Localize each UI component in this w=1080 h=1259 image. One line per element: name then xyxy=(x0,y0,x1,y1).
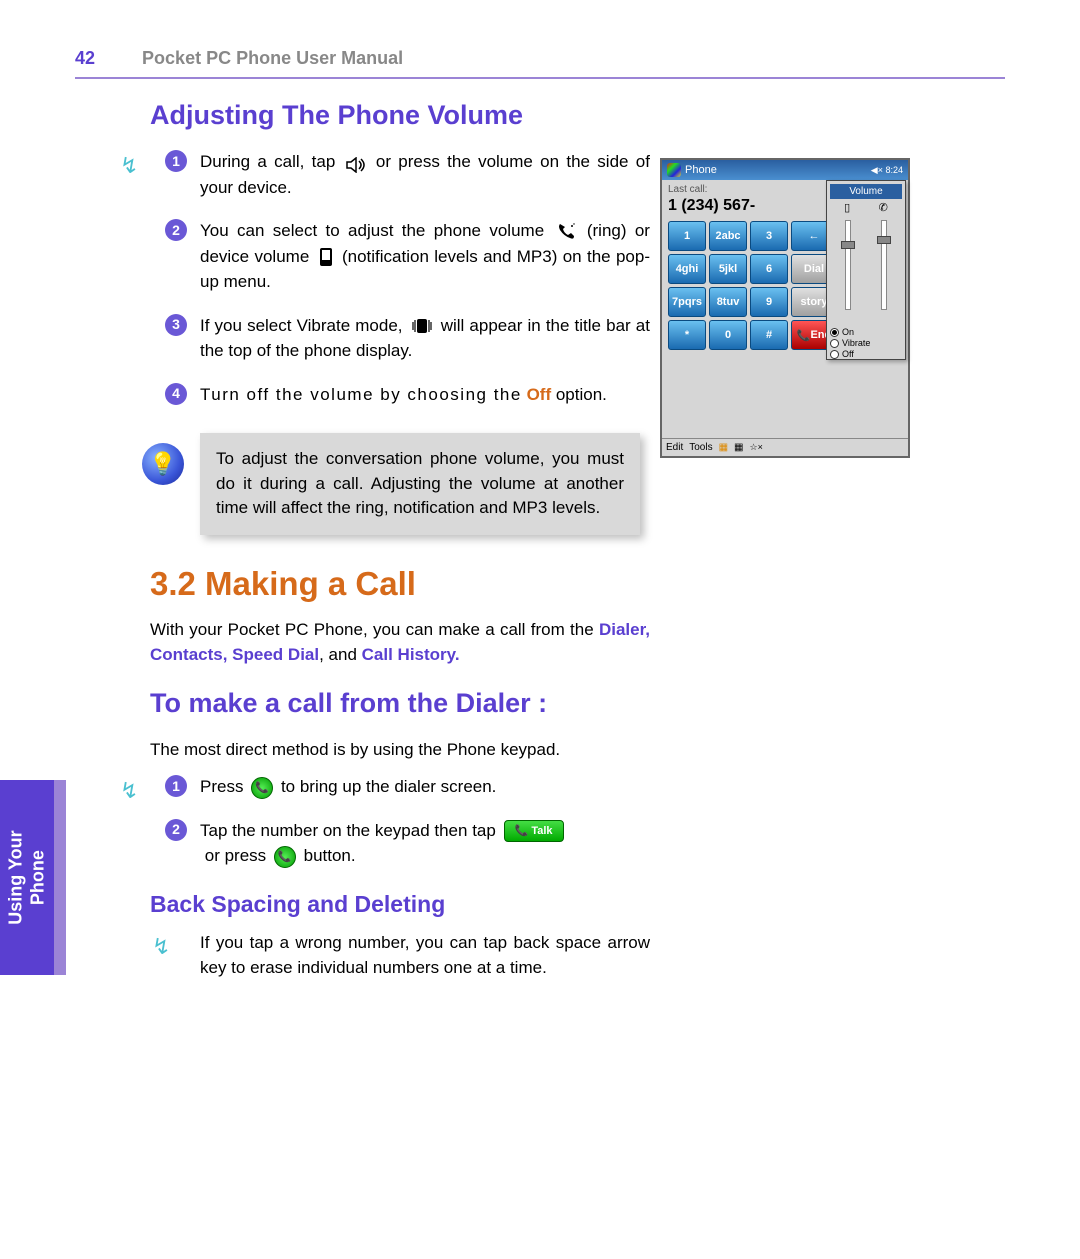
tap-hand-icon: ↯ xyxy=(120,774,138,807)
key-2: 2abc xyxy=(709,221,747,251)
key-hash: # xyxy=(750,320,788,350)
subsection-backspacing-title: Back Spacing and Deleting xyxy=(150,891,650,918)
step-number-2: 2 xyxy=(165,219,187,241)
key-9: 9 xyxy=(750,287,788,317)
key-8: 8tuv xyxy=(709,287,747,317)
step-number-4: 4 xyxy=(165,383,187,405)
step-2: 2 You can select to adjust the phone vol… xyxy=(200,218,650,295)
page-number: 42 xyxy=(75,48,95,68)
dialer-step-1: ↯ 1 Press to bring up the dialer screen. xyxy=(200,774,650,800)
phone-screenshot-illustration: Phone ◀× 8:24 Last call: 1 (234) 567- 1 … xyxy=(660,158,910,458)
key-1: 1 xyxy=(668,221,706,251)
dialer-intro-text: The most direct method is by using the P… xyxy=(150,737,650,763)
manual-title: Pocket PC Phone User Manual xyxy=(142,48,403,68)
tap-hand-icon: ↯ xyxy=(152,930,170,963)
green-phone-button-icon xyxy=(251,777,273,799)
subsection-dialer-title: To make a call from the Dialer : xyxy=(150,688,650,719)
step-1: ↯ 1 During a call, tap or press the volu… xyxy=(200,149,650,200)
chapter-side-tab: Using Your Phone xyxy=(0,780,54,975)
key-6: 6 xyxy=(750,254,788,284)
section-title-adjusting-volume: Adjusting The Phone Volume xyxy=(150,100,650,131)
page-header: 42 Pocket PC Phone User Manual xyxy=(75,48,1005,79)
green-phone-button-icon xyxy=(274,846,296,868)
phone-handset-icon xyxy=(556,222,576,242)
device-icon xyxy=(318,247,334,267)
key-3: 3 xyxy=(750,221,788,251)
talk-button-icon: Talk xyxy=(504,820,564,842)
speaker-icon xyxy=(346,155,366,171)
screenshot-bottom-bar: Edit Tools ▦▦☆× xyxy=(662,438,908,456)
tap-hand-icon: ↯ xyxy=(120,149,138,182)
backspacing-text: ↯ If you tap a wrong number, you can tap… xyxy=(200,930,650,981)
step-number-1: 1 xyxy=(165,150,187,172)
radio-vibrate: Vibrate xyxy=(830,338,902,348)
device-volume-icon: ▯ xyxy=(844,201,850,214)
off-label: Off xyxy=(527,385,552,404)
radio-off: Off xyxy=(830,349,902,359)
step-3: 3 If you select Vibrate mode, will appea… xyxy=(200,313,650,364)
screenshot-titlebar: Phone ◀× 8:24 xyxy=(662,160,908,180)
lightbulb-icon: 💡 xyxy=(142,443,184,485)
dialer-step-2: 2 Tap the number on the keypad then tap … xyxy=(200,818,650,869)
device-volume-slider xyxy=(845,220,851,310)
phone-volume-slider xyxy=(881,220,887,310)
phone-volume-icon: ✆ xyxy=(879,201,888,214)
tip-callout: 💡 To adjust the conversation phone volum… xyxy=(200,433,640,535)
making-call-intro: With your Pocket PC Phone, you can make … xyxy=(150,617,650,668)
key-5: 5jkl xyxy=(709,254,747,284)
step-number-2b: 2 xyxy=(165,819,187,841)
step-4: 4 Turn off the volume by choosing the Of… xyxy=(200,382,650,408)
section-3-2-title: 3.2 Making a Call xyxy=(150,565,650,603)
key-star: * xyxy=(668,320,706,350)
radio-on: On xyxy=(830,327,902,337)
side-tab-strip xyxy=(54,780,66,975)
volume-popup: Volume ▯ ✆ On Vibrate Off xyxy=(826,180,906,360)
step-number-1b: 1 xyxy=(165,775,187,797)
start-flag-icon xyxy=(667,163,681,177)
key-4: 4ghi xyxy=(668,254,706,284)
vibrate-icon xyxy=(411,316,433,336)
key-7: 7pqrs xyxy=(668,287,706,317)
key-0: 0 xyxy=(709,320,747,350)
step-number-3: 3 xyxy=(165,314,187,336)
